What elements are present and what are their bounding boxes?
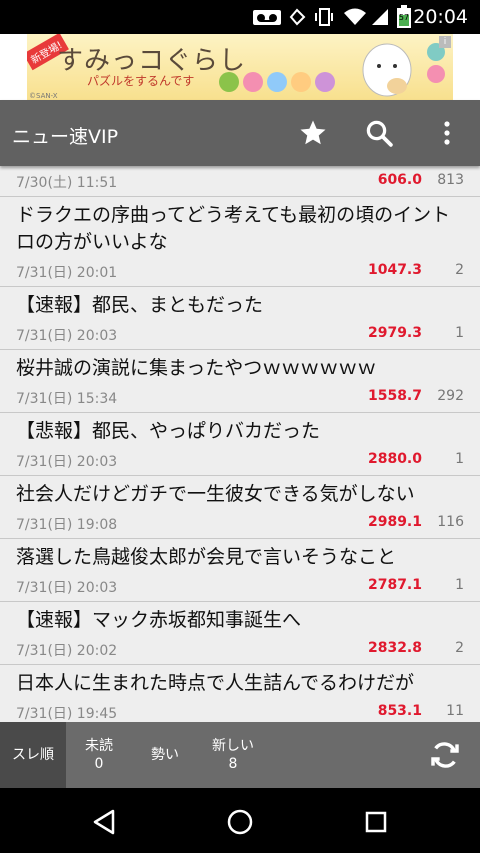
ad-image[interactable]: 新登場! すみっコぐらし パズルをするんです ©SAN-X i: [27, 34, 453, 100]
tab-label: 勢い: [151, 747, 179, 763]
thread-meta: 7/31(日) 20:03 2880.0 1: [0, 445, 480, 475]
rotate-icon: [289, 8, 306, 26]
thread-momentum: 2880.0: [367, 451, 422, 467]
thread-meta: 7/31(日) 15:34 1558.7 292: [0, 382, 480, 412]
home-icon: [227, 809, 253, 835]
thread-row[interactable]: 日本人に生まれた時点で人生詰んでるわけだが 7/31(日) 19:45 853.…: [0, 665, 480, 722]
favorite-button[interactable]: [292, 112, 334, 154]
wifi-icon: [344, 8, 366, 25]
thread-meta: 7/31(日) 20:03 2787.1 1: [0, 571, 480, 601]
thread-title: 日本人に生まれた時点で人生詰んでるわけだが: [16, 672, 415, 694]
thread-meta: 7/31(日) 19:45 853.1 11: [0, 697, 480, 722]
thread-meta: 7/31(日) 19:08 2989.1 116: [0, 508, 480, 538]
tab-momentum[interactable]: 勢い: [132, 722, 198, 788]
bottom-tab-bar: スレ順 未読 0 勢い 新しい 8: [0, 722, 480, 788]
tab-label: 未読: [85, 738, 113, 754]
signal-icon: [372, 9, 388, 25]
unread-count: 0: [94, 756, 104, 772]
thread-row[interactable]: 【速報】都民、まともだった 7/31(日) 20:03 2979.3 1: [0, 287, 480, 350]
more-vertical-icon: [444, 121, 450, 145]
back-icon: [93, 809, 115, 835]
thread-res-count: 813: [437, 172, 464, 188]
thread-title: 桜井誠の演説に集まったやつｗｗｗｗｗｗ: [16, 357, 377, 379]
thread-momentum: 853.1: [377, 703, 422, 719]
voicemail-icon: [253, 10, 281, 25]
thread-row[interactable]: 【悲報】都民、やっぱりバカだった 7/31(日) 20:03 2880.0 1: [0, 413, 480, 476]
app-bar: ニュー速VIP: [0, 100, 480, 166]
more-options-button[interactable]: [426, 112, 468, 154]
recents-button[interactable]: [356, 802, 396, 842]
thread-meta: 7/31(日) 20:02 2832.8 2: [0, 634, 480, 664]
thread-row[interactable]: 社会人だけどガチで一生彼女できる気がしない 7/31(日) 19:08 2989…: [0, 476, 480, 539]
thread-title: 【速報】都民、まともだった: [16, 294, 264, 316]
thread-momentum: 2989.1: [367, 514, 422, 530]
tab-unread[interactable]: 未読 0: [66, 722, 132, 788]
thread-date: 7/31(日) 19:45: [16, 706, 118, 722]
thread-date: 7/31(日) 20:01: [16, 265, 118, 281]
ad-info-icon[interactable]: i: [439, 36, 451, 48]
puzzle-pieces-icon: [219, 72, 335, 92]
clock: 20:04: [413, 6, 468, 28]
thread-date: 7/30(土) 11:51: [16, 175, 118, 191]
thread-momentum: 1558.7: [367, 388, 422, 404]
board-title: ニュー速VIP: [12, 126, 119, 148]
thread-momentum: 2787.1: [367, 577, 422, 593]
thread-meta: 7/30(土) 11:51 606.0 813: [0, 166, 480, 196]
thread-res-count: 1: [455, 577, 464, 593]
thread-title: 【速報】マック赤坂都知事誕生へ: [16, 609, 302, 631]
mascot-icon: [362, 43, 412, 97]
thread-momentum: 2832.8: [367, 640, 422, 656]
thread-momentum: 606.0: [377, 172, 422, 188]
refresh-icon: [431, 742, 459, 768]
thread-row[interactable]: 【速報】マック赤坂都知事誕生へ 7/31(日) 20:02 2832.8 2: [0, 602, 480, 665]
home-button[interactable]: [220, 802, 260, 842]
thread-res-count: 2: [455, 262, 464, 278]
thread-meta: 7/31(日) 20:03 2979.3 1: [0, 319, 480, 349]
thread-title: 【悲報】都民、やっぱりバカだった: [16, 420, 321, 442]
thread-res-count: 116: [437, 514, 464, 530]
back-button[interactable]: [84, 802, 124, 842]
thread-res-count: 292: [437, 388, 464, 404]
battery-level: 57: [398, 13, 410, 22]
search-icon: [366, 120, 393, 147]
vibrate-icon: [315, 8, 333, 26]
thread-date: 7/31(日) 19:08: [16, 517, 118, 533]
tab-new[interactable]: 新しい 8: [198, 722, 268, 788]
status-bar: 57 20:04: [0, 0, 480, 34]
recents-icon: [365, 811, 387, 833]
thread-res-count: 2: [455, 640, 464, 656]
thread-list[interactable]: 7/30(土) 11:51 606.0 813 ドラクエの序曲ってどう考えても最…: [0, 166, 480, 722]
thread-row[interactable]: 落選した鳥越俊太郎が会見で言いそうなこと 7/31(日) 20:03 2787.…: [0, 539, 480, 602]
tab-label: スレ順: [12, 747, 54, 763]
thread-meta: 7/31(日) 20:01 1047.3 2: [0, 256, 480, 286]
thread-title: 社会人だけどガチで一生彼女できる気がしない: [16, 483, 415, 505]
ad-banner[interactable]: 新登場! すみっコぐらし パズルをするんです ©SAN-X i: [0, 34, 480, 100]
tab-thread-order[interactable]: スレ順: [0, 722, 66, 788]
thread-date: 7/31(日) 20:03: [16, 454, 118, 470]
thread-row[interactable]: ドラクエの序曲ってどう考えても最初の頃のイントロの方がいいよな 7/31(日) …: [0, 197, 480, 287]
thread-title: 落選した鳥越俊太郎が会見で言いそうなこと: [16, 546, 397, 568]
thread-res-count: 1: [455, 451, 464, 467]
thread-date: 7/31(日) 15:34: [16, 391, 118, 407]
ad-subtitle: パズルをするんです: [87, 74, 195, 88]
thread-res-count: 11: [446, 703, 464, 719]
refresh-button[interactable]: [424, 734, 466, 776]
thread-date: 7/31(日) 20:02: [16, 643, 118, 659]
star-icon: [300, 120, 326, 145]
tab-label: 新しい: [212, 738, 254, 754]
puzzle-column-icon: [427, 43, 445, 83]
thread-momentum: 2979.3: [367, 325, 422, 341]
thread-momentum: 1047.3: [367, 262, 422, 278]
new-count: 8: [228, 756, 238, 772]
thread-row[interactable]: 桜井誠の演説に集まったやつｗｗｗｗｗｗ 7/31(日) 15:34 1558.7…: [0, 350, 480, 413]
search-button[interactable]: [358, 112, 400, 154]
ad-credit: ©SAN-X: [29, 92, 58, 100]
thread-title: ドラクエの序曲ってどう考えても最初の頃のイントロの方がいいよな: [16, 204, 451, 253]
system-nav-bar: [0, 788, 480, 853]
thread-date: 7/31(日) 20:03: [16, 580, 118, 596]
thread-date: 7/31(日) 20:03: [16, 328, 118, 344]
thread-res-count: 1: [455, 325, 464, 341]
thread-row[interactable]: 7/30(土) 11:51 606.0 813: [0, 166, 480, 197]
